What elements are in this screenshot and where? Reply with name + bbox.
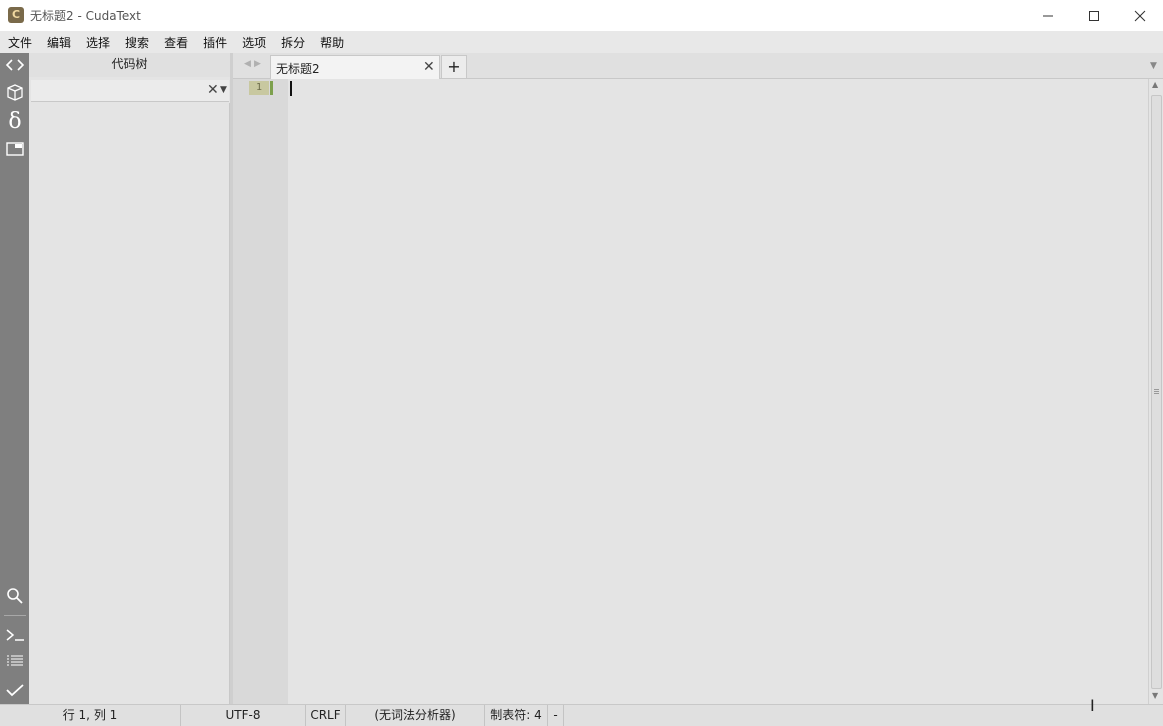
status-bar: 行 1, 列 1 UTF-8 CRLF (无词法分析器) 制表符: 4 - xyxy=(0,704,1163,726)
plus-icon: + xyxy=(447,57,461,76)
status-encoding[interactable]: UTF-8 xyxy=(181,705,306,726)
title-bar: C 无标题2 - CudaText xyxy=(0,0,1163,32)
tabs-panel-button[interactable] xyxy=(3,137,27,161)
tab-scroll-right-icon[interactable]: ▶ xyxy=(254,59,261,69)
delta-icon: δ xyxy=(8,108,22,134)
text-caret xyxy=(290,81,292,96)
menu-plugins[interactable]: 插件 xyxy=(195,34,234,51)
menu-view[interactable]: 查看 xyxy=(156,34,195,51)
code-tree-button[interactable] xyxy=(3,80,27,104)
maximize-icon xyxy=(1089,10,1099,21)
app-icon: C xyxy=(8,7,24,23)
close-icon xyxy=(1134,10,1146,21)
line-gutter xyxy=(233,79,288,704)
menu-split[interactable]: 拆分 xyxy=(273,34,312,51)
scroll-up-icon[interactable]: ▲ xyxy=(1152,80,1158,89)
menu-help[interactable]: 帮助 xyxy=(312,34,351,51)
editor-area[interactable] xyxy=(288,79,1148,704)
tree-filter-input[interactable]: ✕ ▼ xyxy=(31,80,229,102)
panel-title: 代码树 xyxy=(29,53,230,77)
current-line-marker xyxy=(270,81,273,95)
snippets-button[interactable]: δ xyxy=(3,108,27,134)
toggle-panel-button[interactable] xyxy=(3,53,27,77)
tab-untitled2[interactable]: 无标题2 ✕ xyxy=(270,55,440,80)
output-button[interactable] xyxy=(3,649,27,673)
line-number: 1 xyxy=(255,82,263,93)
search-icon xyxy=(7,588,23,604)
menu-search[interactable]: 搜索 xyxy=(117,34,156,51)
menu-edit[interactable]: 编辑 xyxy=(39,34,78,51)
status-extra: - xyxy=(548,705,564,726)
terminal-icon xyxy=(6,629,24,641)
status-lexer[interactable]: (无词法分析器) xyxy=(346,705,485,726)
clear-filter-icon[interactable]: ✕ xyxy=(207,82,219,98)
tabs-menu-icon[interactable]: ▼ xyxy=(1150,61,1157,71)
tab-scroll-left-icon[interactable]: ◀ xyxy=(244,59,251,69)
minimize-icon xyxy=(1043,15,1053,16)
toolbar-divider xyxy=(4,615,26,616)
chevron-down-icon[interactable]: ▼ xyxy=(220,85,227,95)
console-button[interactable] xyxy=(3,623,27,647)
tab-label: 无标题2 xyxy=(276,62,320,76)
menu-file[interactable]: 文件 xyxy=(0,34,39,51)
list-icon xyxy=(7,655,23,666)
minimize-button[interactable] xyxy=(1025,0,1071,31)
search-panel-button[interactable] xyxy=(3,584,27,608)
menu-selection[interactable]: 选择 xyxy=(78,34,117,51)
side-toolbar: δ xyxy=(0,53,29,704)
validate-button[interactable] xyxy=(3,678,27,702)
scroll-down-icon[interactable]: ▼ xyxy=(1152,691,1158,700)
status-position[interactable]: 行 1, 列 1 xyxy=(0,705,181,726)
code-tree[interactable] xyxy=(29,103,230,704)
menu-bar: 文件 编辑 选择 搜索 查看 插件 选项 拆分 帮助 xyxy=(0,31,1163,53)
window-icon xyxy=(6,142,24,156)
maximize-button[interactable] xyxy=(1071,0,1117,31)
close-window-button[interactable] xyxy=(1117,0,1163,31)
window-title: 无标题2 - CudaText xyxy=(30,9,141,23)
text-cursor-icon: Ι xyxy=(1090,696,1095,715)
menu-options[interactable]: 选项 xyxy=(234,34,273,51)
close-tab-icon[interactable]: ✕ xyxy=(423,59,435,75)
cube-icon xyxy=(7,84,23,101)
code-toggle-icon xyxy=(5,59,25,71)
scrollbar-thumb[interactable] xyxy=(1151,95,1162,689)
check-icon xyxy=(6,684,24,697)
add-tab-button[interactable]: + xyxy=(441,55,467,79)
status-line-ending[interactable]: CRLF xyxy=(306,705,346,726)
status-tab-size[interactable]: 制表符: 4 xyxy=(485,705,548,726)
